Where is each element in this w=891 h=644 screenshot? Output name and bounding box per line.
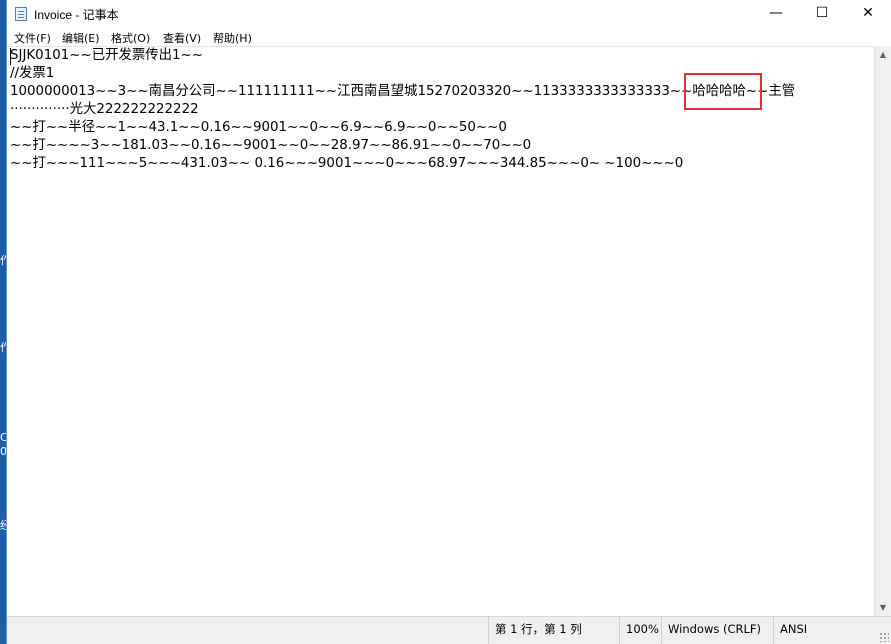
menu-help[interactable]: 帮助(H): [213, 30, 252, 46]
menu-edit[interactable]: 编辑(E): [62, 30, 100, 46]
menu-bar: 文件(F) 编辑(E) 格式(O) 查看(V) 帮助(H): [7, 28, 891, 46]
menu-file[interactable]: 文件(F): [14, 30, 51, 46]
text-line: ~~打~~半径~~1~~43.1~~0.16~~9001~~0~~6.9~~6.…: [10, 120, 507, 135]
text-line: ··············光大222222222222: [10, 102, 199, 117]
text-line: ~~打~~~111~~~5~~~431.03~~ 0.16~~~9001~~~0…: [10, 156, 684, 171]
window-title: Invoice - 记事本: [34, 8, 119, 22]
notepad-window: Invoice - 记事本 — ☐ ✕ 文件(F) 编辑(E) 格式(O) 查看…: [7, 0, 891, 644]
text-editor[interactable]: SJJK0101~~已开发票传出1~~ //发票1 1000000013~~3~…: [7, 46, 874, 617]
cursor-position: 第 1 行，第 1 列: [488, 617, 619, 644]
text-line: SJJK0101~~已开发票传出1~~: [10, 48, 203, 63]
notepad-icon: [15, 7, 27, 21]
text-line: ~~打~~~~3~~181.03~~0.16~~9001~~0~~28.97~~…: [10, 138, 532, 153]
maximize-button[interactable]: ☐: [799, 0, 845, 28]
highlight-annotation: [684, 73, 762, 110]
close-button[interactable]: ✕: [845, 0, 891, 28]
text-line: //发票1: [10, 66, 55, 81]
menu-view[interactable]: 查看(V): [163, 30, 201, 46]
scroll-up-icon[interactable]: ▲: [875, 46, 891, 63]
encoding: ANSI: [773, 617, 891, 644]
status-bar: 第 1 行，第 1 列 100% Windows (CRLF) ANSI: [7, 616, 891, 644]
resize-grip-icon[interactable]: [879, 632, 889, 642]
menu-format[interactable]: 格式(O): [111, 30, 150, 46]
vertical-scrollbar[interactable]: ▲ ▼: [874, 46, 891, 616]
minimize-button[interactable]: —: [753, 0, 799, 28]
title-bar[interactable]: Invoice - 记事本 — ☐ ✕: [7, 0, 891, 28]
zoom-level: 100%: [619, 617, 661, 644]
line-ending: Windows (CRLF): [661, 617, 773, 644]
text-line: 1000000013~~3~~南昌分公司~~111111111~~江西南昌望城1…: [10, 84, 796, 99]
scroll-down-icon[interactable]: ▼: [875, 599, 891, 616]
